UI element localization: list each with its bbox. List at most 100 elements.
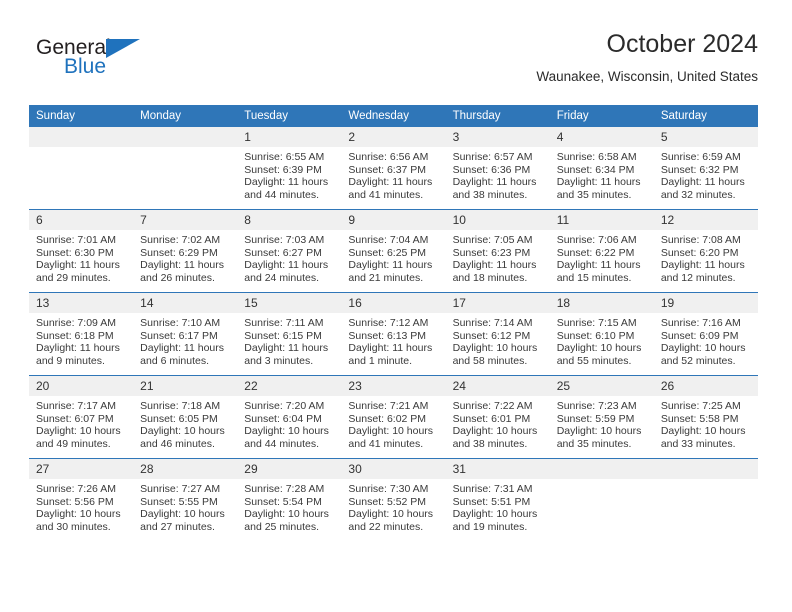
daylight-text-line1: Daylight: 10 hours [556, 425, 642, 438]
daylight-text-line2: and 21 minutes. [348, 271, 424, 284]
daylight-text-line1: Daylight: 10 hours [452, 508, 538, 521]
sunset-text: Sunset: 5:55 PM [140, 495, 218, 508]
day-cell[interactable]: 31 Sunrise: 7:31 AM Sunset: 5:51 PM Dayl… [445, 458, 550, 541]
day-number: 12 [653, 210, 758, 230]
day-cell[interactable]: 15 Sunrise: 7:11 AM Sunset: 6:15 PM Dayl… [237, 292, 342, 376]
sunset-text: Sunset: 6:32 PM [660, 163, 739, 176]
daylight-text-line2: and 25 minutes. [244, 520, 319, 533]
day-cell[interactable]: 25 Sunrise: 7:23 AM Sunset: 5:59 PM Dayl… [549, 375, 654, 459]
sunrise-text: Sunrise: 6:58 AM [556, 151, 637, 163]
weekday-header-row: Sunday Monday Tuesday Wednesday Thursday… [29, 105, 758, 127]
page-title: October 2024 [606, 30, 759, 58]
day-details: Sunrise: 6:58 AM Sunset: 6:34 PM Dayligh… [550, 147, 654, 201]
day-cell[interactable]: 2 Sunrise: 6:56 AM Sunset: 6:37 PM Dayli… [341, 127, 446, 210]
day-cell[interactable]: 27 Sunrise: 7:26 AM Sunset: 5:56 PM Dayl… [29, 458, 134, 541]
daylight-text-line2: and 9 minutes. [36, 354, 105, 367]
day-cell[interactable]: 7 Sunrise: 7:02 AM Sunset: 6:29 PM Dayli… [133, 209, 238, 293]
calendar-week-row: 27 Sunrise: 7:26 AM Sunset: 5:56 PM Dayl… [29, 458, 758, 541]
sunset-text: Sunset: 6:30 PM [36, 246, 114, 259]
daylight-text-line2: and 35 minutes. [556, 437, 632, 450]
day-cell[interactable]: 21 Sunrise: 7:18 AM Sunset: 6:05 PM Dayl… [133, 375, 238, 459]
daylight-text-line1: Daylight: 11 hours [36, 259, 120, 272]
daylight-text-line1: Daylight: 11 hours [244, 259, 329, 272]
day-cell[interactable]: 13 Sunrise: 7:09 AM Sunset: 6:18 PM Dayl… [29, 292, 134, 376]
day-cell[interactable]: 6 Sunrise: 7:01 AM Sunset: 6:30 PM Dayli… [29, 209, 134, 293]
day-details: Sunrise: 7:25 AM Sunset: 5:58 PM Dayligh… [654, 396, 758, 450]
day-number: 3 [445, 127, 550, 147]
page-header: General Blue October 2024 Waunakee, Wisc… [29, 28, 758, 100]
day-cell[interactable]: 14 Sunrise: 7:10 AM Sunset: 6:17 PM Dayl… [133, 292, 238, 376]
sunrise-text: Sunrise: 6:57 AM [452, 151, 533, 163]
day-details: Sunrise: 6:56 AM Sunset: 6:37 PM Dayligh… [341, 147, 445, 201]
day-details: Sunrise: 7:02 AM Sunset: 6:29 PM Dayligh… [133, 230, 237, 284]
day-details: Sunrise: 7:23 AM Sunset: 5:59 PM Dayligh… [550, 396, 654, 450]
day-cell[interactable]: 3 Sunrise: 6:57 AM Sunset: 6:36 PM Dayli… [445, 127, 550, 210]
day-cell[interactable]: 28 Sunrise: 7:27 AM Sunset: 5:55 PM Dayl… [133, 458, 238, 541]
daylight-text-line1: Daylight: 10 hours [660, 342, 746, 355]
day-cell[interactable]: 20 Sunrise: 7:17 AM Sunset: 6:07 PM Dayl… [29, 375, 134, 459]
weekday-header-tuesday: Tuesday [237, 105, 342, 127]
day-cell[interactable]: 29 Sunrise: 7:28 AM Sunset: 5:54 PM Dayl… [237, 458, 342, 541]
day-cell[interactable]: 30 Sunrise: 7:30 AM Sunset: 5:52 PM Dayl… [341, 458, 446, 541]
day-cell[interactable]: 24 Sunrise: 7:22 AM Sunset: 6:01 PM Dayl… [445, 375, 550, 459]
day-cell[interactable]: 26 Sunrise: 7:25 AM Sunset: 5:58 PM Dayl… [653, 375, 758, 459]
day-details: Sunrise: 7:06 AM Sunset: 6:22 PM Dayligh… [550, 230, 654, 284]
daylight-text-line2: and 15 minutes. [556, 271, 632, 284]
day-cell[interactable]: 17 Sunrise: 7:14 AM Sunset: 6:12 PM Dayl… [445, 292, 550, 376]
triangle-flag-icon [106, 39, 140, 58]
sunrise-text: Sunrise: 7:09 AM [36, 317, 116, 329]
daylight-text-line2: and 1 minute. [348, 354, 413, 367]
day-details: Sunrise: 7:04 AM Sunset: 6:25 PM Dayligh… [341, 230, 445, 284]
day-number [29, 127, 134, 147]
sunrise-text: Sunrise: 7:12 AM [348, 317, 429, 329]
day-details: Sunrise: 7:28 AM Sunset: 5:54 PM Dayligh… [237, 479, 341, 533]
sunrise-text: Sunrise: 7:10 AM [140, 317, 221, 329]
day-number: 2 [341, 127, 446, 147]
general-blue-logo[interactable]: General Blue [36, 36, 186, 88]
sunrise-text: Sunrise: 7:27 AM [140, 483, 221, 495]
day-cell[interactable]: 19 Sunrise: 7:16 AM Sunset: 6:09 PM Dayl… [653, 292, 758, 376]
daylight-text-line2: and 41 minutes. [348, 437, 424, 450]
daylight-text-line1: Daylight: 10 hours [556, 342, 642, 355]
day-cell[interactable]: 12 Sunrise: 7:08 AM Sunset: 6:20 PM Dayl… [653, 209, 758, 293]
day-number: 28 [133, 459, 238, 479]
daylight-text-line1: Daylight: 11 hours [660, 259, 745, 272]
day-number: 14 [133, 293, 238, 313]
daylight-text-line1: Daylight: 11 hours [244, 176, 329, 189]
day-cell[interactable]: 1 Sunrise: 6:55 AM Sunset: 6:39 PM Dayli… [237, 127, 342, 210]
day-cell[interactable]: 16 Sunrise: 7:12 AM Sunset: 6:13 PM Dayl… [341, 292, 446, 376]
sunrise-text: Sunrise: 7:26 AM [36, 483, 116, 495]
calendar-week-row: 1 Sunrise: 6:55 AM Sunset: 6:39 PM Dayli… [29, 127, 758, 210]
day-details: Sunrise: 7:26 AM Sunset: 5:56 PM Dayligh… [29, 479, 133, 533]
sunset-text: Sunset: 6:02 PM [348, 412, 427, 425]
day-number: 10 [445, 210, 550, 230]
daylight-text-line1: Daylight: 10 hours [660, 425, 746, 438]
daylight-text-line2: and 19 minutes. [452, 520, 528, 533]
sunrise-text: Sunrise: 6:59 AM [660, 151, 741, 163]
sunset-text: Sunset: 6:04 PM [244, 412, 322, 425]
day-number: 21 [133, 376, 238, 396]
day-details: Sunrise: 7:17 AM Sunset: 6:07 PM Dayligh… [29, 396, 133, 450]
day-cell-blank [653, 458, 758, 541]
day-number [653, 459, 758, 479]
sunset-text: Sunset: 6:36 PM [452, 163, 531, 176]
daylight-text-line2: and 33 minutes. [660, 437, 736, 450]
day-cell[interactable]: 9 Sunrise: 7:04 AM Sunset: 6:25 PM Dayli… [341, 209, 446, 293]
day-number: 17 [445, 293, 550, 313]
day-cell[interactable]: 5 Sunrise: 6:59 AM Sunset: 6:32 PM Dayli… [653, 127, 758, 210]
daylight-text-line2: and 44 minutes. [244, 437, 319, 450]
daylight-text-line1: Daylight: 11 hours [348, 342, 433, 355]
day-number: 19 [653, 293, 758, 313]
title-block: October 2024 Waunakee, Wisconsin, United… [536, 28, 758, 87]
day-cell[interactable]: 4 Sunrise: 6:58 AM Sunset: 6:34 PM Dayli… [549, 127, 654, 210]
day-cell[interactable]: 23 Sunrise: 7:21 AM Sunset: 6:02 PM Dayl… [341, 375, 446, 459]
daylight-text-line2: and 18 minutes. [452, 271, 528, 284]
day-cell[interactable]: 18 Sunrise: 7:15 AM Sunset: 6:10 PM Dayl… [549, 292, 654, 376]
day-details: Sunrise: 6:55 AM Sunset: 6:39 PM Dayligh… [237, 147, 341, 201]
day-cell[interactable]: 10 Sunrise: 7:05 AM Sunset: 6:23 PM Dayl… [445, 209, 550, 293]
daylight-text-line2: and 6 minutes. [140, 354, 210, 367]
day-cell[interactable]: 11 Sunrise: 7:06 AM Sunset: 6:22 PM Dayl… [549, 209, 654, 293]
day-cell[interactable]: 8 Sunrise: 7:03 AM Sunset: 6:27 PM Dayli… [237, 209, 342, 293]
day-cell[interactable]: 22 Sunrise: 7:20 AM Sunset: 6:04 PM Dayl… [237, 375, 342, 459]
day-details: Sunrise: 7:18 AM Sunset: 6:05 PM Dayligh… [133, 396, 237, 450]
